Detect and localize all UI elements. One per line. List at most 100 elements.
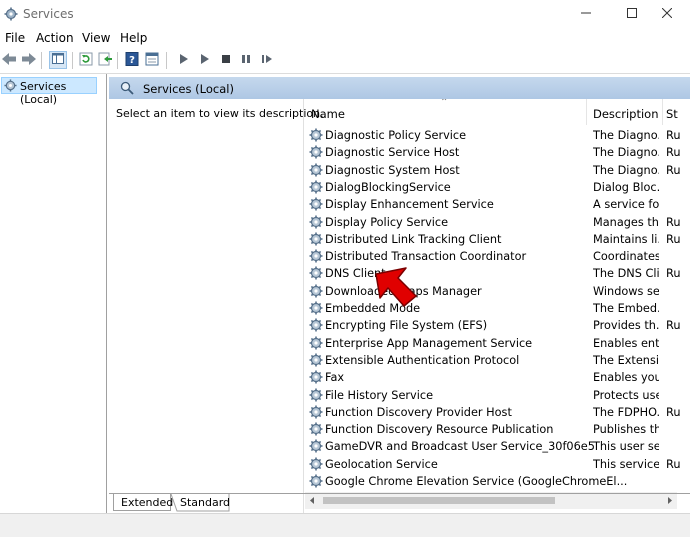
- search-icon: [120, 81, 134, 98]
- start-service-button[interactable]: [176, 52, 192, 68]
- gear-icon: [309, 232, 323, 249]
- menu-help[interactable]: Help: [120, 31, 147, 45]
- column-header-name-label: Name: [311, 107, 345, 121]
- service-description: A service fo...: [593, 198, 659, 212]
- stop-service-button[interactable]: [218, 52, 234, 68]
- svg-text:?: ?: [129, 55, 135, 66]
- start-service-alt-button[interactable]: [197, 52, 213, 68]
- forward-icon: [22, 52, 36, 68]
- service-row[interactable]: Function Discovery Resource Publication P…: [304, 421, 674, 438]
- service-row[interactable]: Display Enhancement Service A service fo.…: [304, 196, 674, 213]
- status-bar: [0, 513, 690, 537]
- gear-icon: [309, 180, 323, 197]
- refresh-icon: [79, 52, 93, 69]
- service-name: Google Chrome Elevation Service (GoogleC…: [325, 475, 628, 488]
- service-status: Ru: [666, 319, 681, 333]
- service-row[interactable]: Embedded ModeThe Embed...: [304, 300, 674, 317]
- console-tree: Services (Local): [0, 74, 107, 513]
- service-description: Maintains li...: [593, 232, 659, 246]
- service-row[interactable]: Display Policy Service Manages th... Ru: [304, 214, 681, 231]
- gear-icon: [309, 405, 323, 422]
- service-name: Function Discovery Provider Host: [325, 405, 512, 419]
- service-row[interactable]: Extensible Authentication Protocol The Ex…: [304, 352, 674, 369]
- properties-button[interactable]: [144, 52, 160, 68]
- service-status: Ru: [666, 129, 681, 142]
- minimize-button[interactable]: [563, 0, 609, 28]
- gear-icon: [309, 474, 323, 491]
- service-row[interactable]: Google Chrome Elevation Service (GoogleC…: [304, 473, 674, 490]
- service-name: Geolocation Service: [325, 457, 438, 471]
- service-description: This user se...: [593, 440, 659, 454]
- service-name: Display Policy Service: [325, 215, 449, 229]
- tree-item-services-local[interactable]: Services (Local): [1, 77, 97, 106]
- service-name: Distributed Link Tracking Client: [325, 232, 502, 246]
- gear-icon: [309, 370, 323, 387]
- service-row[interactable]: Diagnostic System Host The Diagno... Ru: [304, 162, 681, 180]
- service-name: Display Enhancement Service: [325, 198, 494, 212]
- toolbar-separator: [41, 52, 42, 69]
- service-row[interactable]: Downloaded Maps ManagerWindows se...: [304, 283, 674, 300]
- service-description: This service ...: [593, 457, 659, 471]
- service-description: The Diagno...: [593, 163, 659, 177]
- gear-icon: [309, 249, 323, 266]
- service-row[interactable]: Fax Enables you...: [304, 369, 674, 386]
- service-row[interactable]: Distributed Transaction Coordinator Coord…: [304, 248, 674, 265]
- service-row[interactable]: Diagnostic Service Host The Diagno... Ru: [304, 144, 681, 161]
- service-row[interactable]: DialogBlockingService Dialog Bloc...: [304, 179, 674, 196]
- gear-icon: [309, 336, 323, 353]
- forward-button[interactable]: [21, 52, 37, 68]
- column-header-description[interactable]: Description: [587, 99, 661, 125]
- service-row[interactable]: Diagnostic Policy Service The Diagno... Ru: [304, 127, 681, 145]
- gear-icon: [309, 388, 323, 405]
- service-description: The Diagno...: [593, 146, 659, 160]
- pane-header: Services (Local): [109, 77, 690, 99]
- maximize-icon: [627, 7, 637, 21]
- service-row[interactable]: Geolocation Service This service ... Ru: [304, 456, 681, 473]
- help-button[interactable]: ?: [124, 51, 140, 68]
- restart-service-button[interactable]: [259, 52, 275, 68]
- service-name: Fax: [325, 371, 345, 385]
- menu-view[interactable]: View: [82, 31, 110, 45]
- view-tabs: Extended Standard: [109, 493, 690, 514]
- export-list-button[interactable]: [97, 52, 113, 68]
- column-header-name[interactable]: Name: [304, 99, 584, 125]
- gear-icon: [309, 318, 323, 335]
- column-header-status[interactable]: St: [663, 99, 683, 125]
- gear-icon: [4, 79, 17, 95]
- tab-standard[interactable]: Standard: [171, 494, 231, 512]
- service-name: Diagnostic System Host: [325, 163, 460, 177]
- service-row[interactable]: Encrypting File System (EFS) Provides th.…: [304, 317, 681, 335]
- service-description: The DNS Cli...: [593, 267, 659, 281]
- service-row[interactable]: Function Discovery Provider Host The FDPH…: [304, 404, 681, 422]
- back-button[interactable]: [1, 52, 17, 68]
- tree-item-label: Services (Local): [20, 80, 67, 106]
- show-hide-tree-button[interactable]: [49, 51, 67, 69]
- export-list-icon: [98, 52, 112, 69]
- service-row[interactable]: GameDVR and Broadcast User Service_30f06…: [304, 438, 674, 455]
- description-text: Select an item to view its description.: [116, 107, 324, 120]
- close-button[interactable]: [644, 0, 690, 28]
- service-row[interactable]: DNS ClientThe DNS Cli...Ru: [304, 265, 681, 283]
- service-description: The Extensi...: [593, 353, 659, 367]
- service-status: Ru: [666, 215, 681, 229]
- tab-extended-label: Extended: [121, 496, 174, 509]
- tab-extended[interactable]: Extended: [113, 494, 174, 511]
- gear-icon: [309, 128, 323, 145]
- service-row[interactable]: File History Service Protects use...: [304, 387, 674, 404]
- refresh-button[interactable]: [78, 52, 94, 68]
- stop-icon: [221, 54, 231, 67]
- service-name: Function Discovery Resource Publication: [325, 423, 554, 437]
- service-name: Extensible Authentication Protocol: [325, 353, 520, 367]
- pause-service-button[interactable]: [238, 52, 254, 68]
- service-row[interactable]: Distributed Link Tracking Client Maintain…: [304, 231, 681, 249]
- menu-action[interactable]: Action: [36, 31, 74, 45]
- service-name: Encrypting File System (EFS): [325, 319, 488, 333]
- service-name: GameDVR and Broadcast User Service_30f06…: [325, 440, 595, 454]
- gear-icon: [309, 353, 323, 370]
- service-name: Diagnostic Service Host: [325, 146, 460, 160]
- gear-icon: [309, 266, 323, 283]
- menu-file[interactable]: File: [5, 31, 25, 45]
- service-description: The FDPHO...: [593, 405, 659, 419]
- gear-icon: [309, 163, 323, 180]
- service-row[interactable]: Enterprise App Management Service Enables…: [304, 335, 674, 352]
